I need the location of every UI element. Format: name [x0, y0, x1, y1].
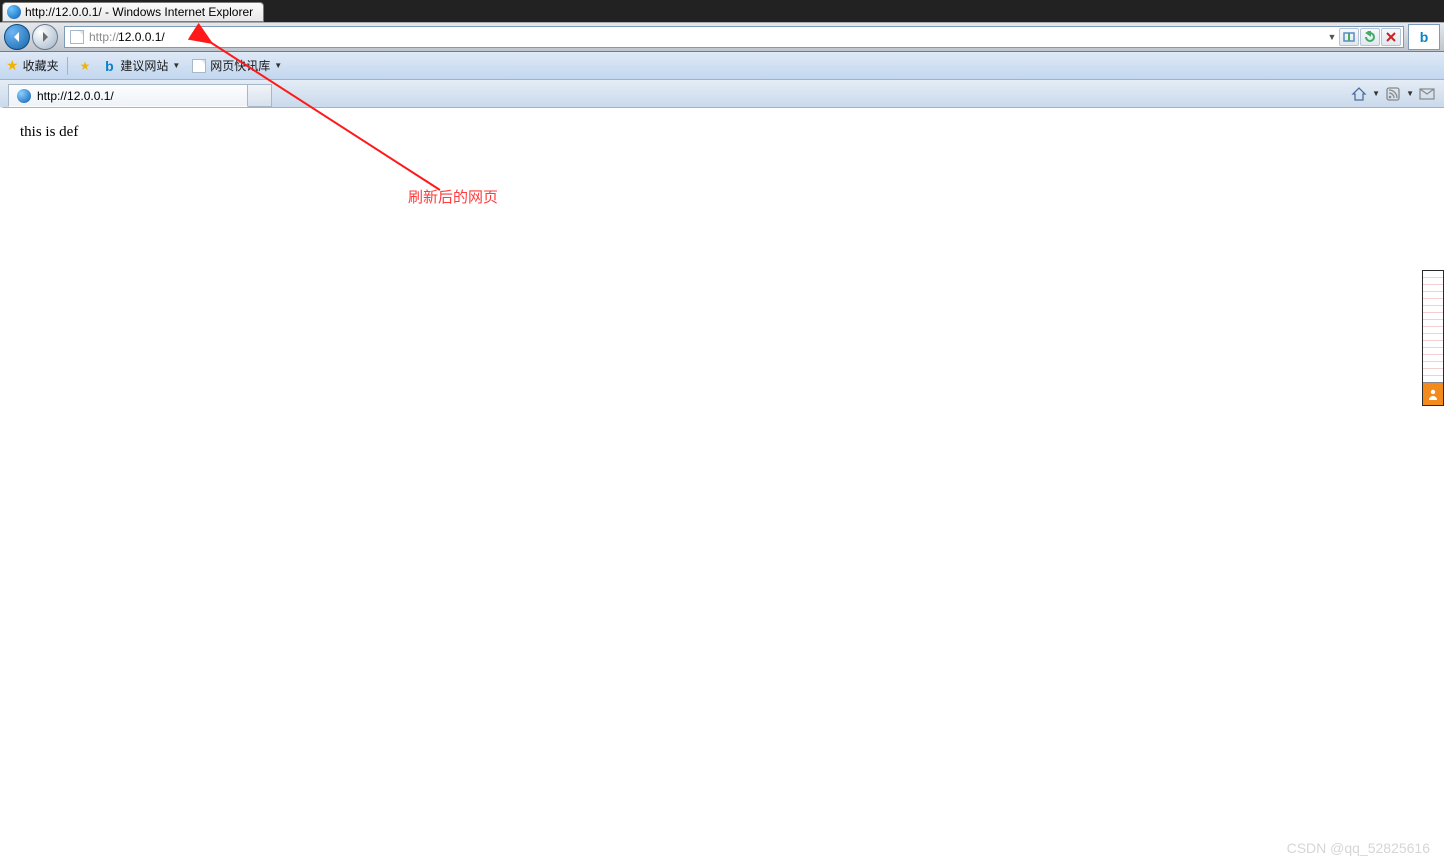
- suggested-sites[interactable]: b 建议网站 ▼: [98, 55, 184, 76]
- annotation-label: 刷新后的网页: [408, 186, 498, 207]
- feeds-button[interactable]: [1382, 84, 1404, 104]
- add-favorite-button[interactable]: ★: [76, 57, 95, 75]
- page-content: this is def: [0, 108, 1444, 864]
- refresh-button[interactable]: [1360, 28, 1380, 46]
- separator: [67, 57, 68, 75]
- favorites-bar: ★ 收藏夹 ★ b 建议网站 ▼ 网页快讯库 ▼: [0, 52, 1444, 80]
- page-icon: [69, 29, 85, 45]
- home-button[interactable]: [1348, 84, 1370, 104]
- forward-button[interactable]: [32, 24, 58, 50]
- command-bar: ▼ ▼: [1348, 80, 1444, 107]
- chevron-down-icon[interactable]: ▼: [1372, 89, 1380, 98]
- read-mail-button[interactable]: [1416, 84, 1438, 104]
- favorites-star-icon[interactable]: ★: [6, 57, 19, 74]
- chevron-down-icon: ▼: [172, 61, 180, 70]
- person-icon: [1423, 383, 1443, 405]
- url-protocol: http://: [89, 30, 119, 44]
- window-title-text: http://12.0.0.1/ - Windows Internet Expl…: [25, 5, 253, 19]
- suggested-sites-label: 建议网站: [120, 57, 168, 74]
- title-bar: http://12.0.0.1/ - Windows Internet Expl…: [0, 0, 1444, 22]
- browser-tab[interactable]: http://12.0.0.1/: [8, 84, 248, 107]
- favorites-label[interactable]: 收藏夹: [23, 57, 59, 74]
- web-slice-gallery-label: 网页快讯库: [210, 57, 270, 74]
- tab-row: http://12.0.0.1/ ▼ ▼: [0, 80, 1444, 108]
- ie-icon: [7, 5, 21, 19]
- chevron-down-icon[interactable]: ▼: [1406, 89, 1414, 98]
- page-icon: [192, 59, 206, 73]
- side-panel-thumbnail[interactable]: [1422, 270, 1444, 406]
- bing-icon: b: [102, 59, 116, 73]
- page-body-text: this is def: [20, 124, 78, 140]
- ie-icon: [17, 89, 31, 103]
- new-tab-button[interactable]: [248, 84, 272, 107]
- window-title-tab: http://12.0.0.1/ - Windows Internet Expl…: [2, 2, 264, 22]
- back-button[interactable]: [4, 24, 30, 50]
- web-slice-gallery[interactable]: 网页快讯库 ▼: [188, 55, 286, 76]
- compat-view-button[interactable]: [1339, 28, 1359, 46]
- nav-bar: http:// ▼ b: [0, 22, 1444, 52]
- bing-icon: b: [1417, 30, 1431, 44]
- tab-title: http://12.0.0.1/: [37, 89, 114, 103]
- watermark: CSDN @qq_52825616: [1287, 840, 1430, 856]
- search-engine-button[interactable]: b: [1408, 24, 1440, 50]
- address-bar[interactable]: http:// ▼: [64, 26, 1404, 48]
- dropdown-icon[interactable]: ▼: [1325, 32, 1339, 42]
- chevron-down-icon: ▼: [274, 61, 282, 70]
- stop-button[interactable]: [1381, 28, 1401, 46]
- url-input[interactable]: [118, 30, 1325, 44]
